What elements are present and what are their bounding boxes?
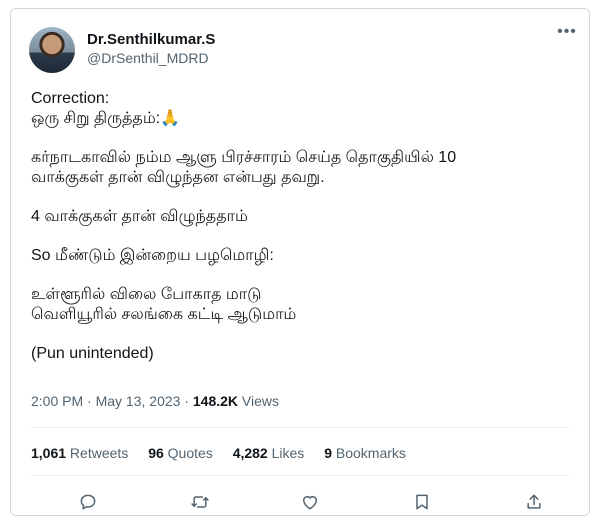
more-icon[interactable]: ••• bbox=[555, 24, 579, 45]
reply-icon bbox=[80, 494, 96, 510]
share-icon bbox=[527, 494, 541, 509]
tweet-card: Dr.Senthilkumar.S @DrSenthil_MDRD ••• Co… bbox=[10, 8, 590, 516]
quotes-count: 96 bbox=[148, 445, 164, 461]
bookmarks-label: Bookmarks bbox=[332, 445, 406, 461]
likes-stat[interactable]: 4,282 Likes bbox=[233, 445, 305, 461]
quotes-stat[interactable]: 96 Quotes bbox=[148, 445, 213, 461]
divider bbox=[31, 475, 569, 476]
tweet-stats: 1,061 Retweets 96 Quotes 4,282 Likes 9 B… bbox=[31, 444, 422, 462]
tweet-line: 4 வாக்குகள் தான் விழுந்ததாம் bbox=[31, 208, 248, 225]
retweets-count: 1,061 bbox=[31, 445, 67, 461]
tweet-time[interactable]: 2:00 PM bbox=[31, 393, 83, 409]
like-button[interactable] bbox=[297, 489, 323, 515]
tweet-paragraph: So மீண்டும் இன்றைய பழமொழி: bbox=[31, 246, 576, 266]
quotes-label: Quotes bbox=[163, 445, 213, 461]
tweet-text: Correction: ஒரு சிறு திருத்தம்:🙏 கர்நாடக… bbox=[31, 89, 576, 383]
tweet-paragraph: கர்நாடகாவில் நம்ம ஆளு பிரச்சாரம் செய்த த… bbox=[31, 148, 576, 188]
tweet-paragraph: (Pun unintended) bbox=[31, 344, 576, 364]
tweet-line: So மீண்டும் இன்றைய பழமொழி: bbox=[31, 247, 274, 264]
bookmarks-stat[interactable]: 9 Bookmarks bbox=[324, 445, 406, 461]
reply-button[interactable] bbox=[75, 489, 101, 515]
bookmark-icon bbox=[416, 494, 428, 510]
likes-label: Likes bbox=[267, 445, 305, 461]
share-button[interactable] bbox=[521, 489, 547, 515]
tweet-paragraph: உள்ளூரில் விலை போகாத மாடு வெளியூரில் சலங… bbox=[31, 285, 576, 325]
views-count: 148.2K bbox=[192, 393, 239, 409]
tweet-paragraph: 4 வாக்குகள் தான் விழுந்ததாம் bbox=[31, 207, 576, 227]
bookmark-button[interactable] bbox=[409, 489, 435, 515]
retweets-stat[interactable]: 1,061 Retweets bbox=[31, 445, 128, 461]
tweet-line: கர்நாடகாவில் நம்ம ஆளு பிரச்சாரம் செய்த த… bbox=[31, 149, 457, 166]
retweet-icon bbox=[191, 496, 209, 508]
tweet-header: Dr.Senthilkumar.S @DrSenthil_MDRD ••• bbox=[29, 24, 579, 77]
retweet-button[interactable] bbox=[187, 489, 213, 515]
tweet-meta: 2:00 PM · May 13, 2023 · 148.2K Views bbox=[31, 392, 279, 410]
action-bar bbox=[11, 489, 589, 515]
tweet-date[interactable]: May 13, 2023 bbox=[96, 393, 181, 409]
meta-separator: · bbox=[83, 393, 96, 409]
views-label: Views bbox=[238, 393, 280, 409]
retweets-label: Retweets bbox=[66, 445, 129, 461]
user-info[interactable]: Dr.Senthilkumar.S @DrSenthil_MDRD bbox=[87, 31, 215, 67]
bookmarks-count: 9 bbox=[324, 445, 332, 461]
tweet-line: (Pun unintended) bbox=[31, 345, 154, 362]
tweet-line: வாக்குகள் தான் விழுந்தன என்பது தவறு. bbox=[31, 169, 325, 186]
tweet-line: வெளியூரில் சலங்கை கட்டி ஆடுமாம் bbox=[31, 306, 297, 323]
tweet-paragraph: Correction: ஒரு சிறு திருத்தம்:🙏 bbox=[31, 89, 576, 129]
author-name[interactable]: Dr.Senthilkumar.S bbox=[87, 31, 215, 49]
avatar[interactable] bbox=[29, 27, 75, 73]
heart-icon bbox=[303, 496, 317, 510]
meta-separator: · bbox=[180, 393, 193, 409]
tweet-line: Correction: bbox=[31, 90, 110, 107]
divider bbox=[31, 427, 569, 428]
author-handle[interactable]: @DrSenthil_MDRD bbox=[87, 49, 215, 67]
tweet-line: ஒரு சிறு திருத்தம்:🙏 bbox=[31, 110, 181, 127]
tweet-line: உள்ளூரில் விலை போகாத மாடு bbox=[31, 286, 262, 303]
likes-count: 4,282 bbox=[232, 445, 268, 461]
